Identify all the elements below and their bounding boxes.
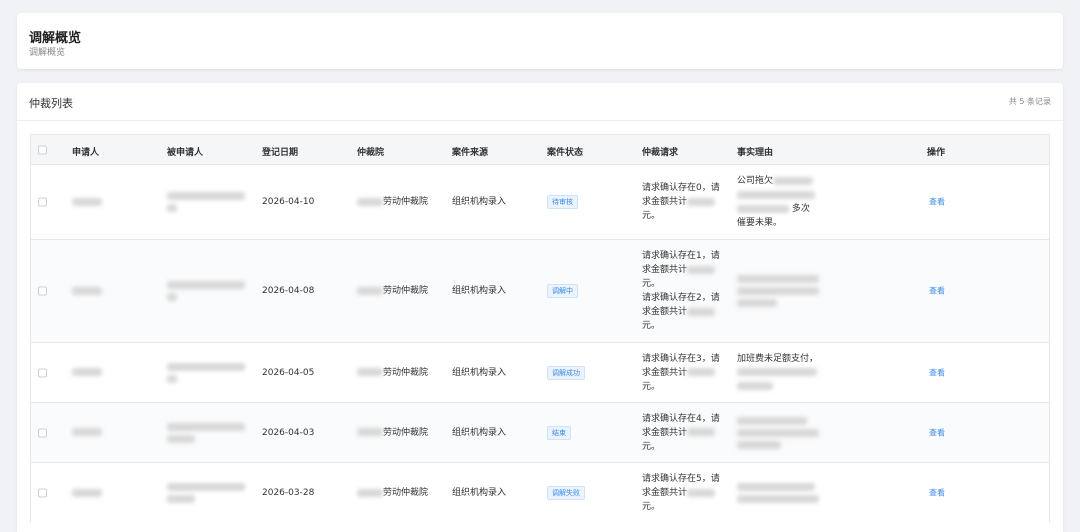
respondent-name — [167, 188, 245, 216]
column-header-applicant: 申请人 — [72, 148, 100, 158]
arbitration-request: 请求确认存在1，请 求金额共计 元。 请求确认存在2，请 求金额共计 元。 — [642, 251, 720, 331]
row-checkbox[interactable] — [38, 197, 47, 207]
overview-header-card: 调解概览 调解概览 — [17, 13, 1063, 69]
status-badge: 结束 — [547, 425, 571, 440]
respondent-name — [167, 359, 245, 387]
registration-date: 2026-04-05 — [262, 367, 315, 378]
status-badge: 调解失败 — [547, 486, 585, 500]
page-subtitle: 调解概览 — [29, 48, 66, 58]
view-link[interactable]: 查看 — [929, 427, 945, 438]
record-count: 共 5 条记录 — [1008, 97, 1051, 106]
arbitration-request: 请求确认存在4，请 求金额共计 元。 — [642, 413, 720, 452]
applicant-name — [72, 284, 102, 298]
applicant-name — [72, 366, 102, 380]
case-source: 组织机构录入 — [452, 488, 507, 498]
row-checkbox[interactable] — [38, 286, 47, 296]
row-checkbox[interactable] — [38, 428, 47, 437]
view-link[interactable]: 查看 — [929, 488, 945, 499]
applicant-name — [72, 195, 102, 209]
applicant-name — [72, 486, 102, 500]
facts-reason: 公司拖欠 多次 催要未果。 — [737, 174, 827, 230]
arbitration-court: 劳动仲裁院 — [357, 195, 428, 209]
view-link[interactable]: 查看 — [929, 197, 945, 208]
arbitration-court: 劳动仲裁院 — [357, 366, 428, 380]
arbitration-court: 劳动仲裁院 — [357, 284, 428, 298]
registration-date: 2026-03-28 — [262, 488, 315, 498]
respondent-name — [167, 277, 245, 305]
respondent-name — [167, 419, 245, 447]
table-header: 申请人 被申请人 登记日期 仲裁院 案件来源 案件状态 仲裁请求 事实理由 操作 — [31, 135, 1049, 165]
page-title: 调解概览 — [29, 31, 82, 46]
column-header-court: 仲裁院 — [357, 148, 385, 158]
column-header-status: 案件状态 — [547, 148, 584, 158]
registration-date: 2026-04-03 — [262, 427, 315, 438]
select-all-checkbox[interactable] — [38, 145, 47, 154]
arbitration-court: 劳动仲裁院 — [357, 486, 428, 500]
view-link[interactable]: 查看 — [929, 286, 945, 297]
view-link[interactable]: 查看 — [929, 367, 945, 378]
list-header: 仲裁列表 共 5 条记录 — [17, 83, 1063, 121]
arbitration-request: 请求确认存在3，请 求金额共计 元。 — [642, 353, 720, 392]
facts-reason: 加班费未足额支付， — [737, 352, 827, 394]
arbitration-list-card: 仲裁列表 共 5 条记录 申请人 被申请人 登记日期 仲裁院 案件来源 案件状态… — [17, 83, 1063, 532]
arbitration-request: 请求确认存在5，请 求金额共计 元。 — [642, 474, 720, 512]
column-header-respondent: 被申请人 — [167, 148, 204, 158]
respondent-name — [167, 479, 245, 507]
column-header-facts: 事实理由 — [737, 148, 774, 158]
status-badge: 调解中 — [547, 284, 578, 298]
applicant-name — [72, 426, 102, 440]
table-row: 2026-03-28 劳动仲裁院 组织机构录入 调解失败 请求确认存在5，请 求… — [31, 463, 1049, 523]
status-badge: 待审核 — [547, 195, 578, 209]
row-checkbox[interactable] — [38, 488, 47, 498]
facts-reason — [737, 479, 827, 507]
arbitration-court: 劳动仲裁院 — [357, 426, 428, 440]
arbitration-table: 申请人 被申请人 登记日期 仲裁院 案件来源 案件状态 仲裁请求 事实理由 操作… — [30, 134, 1050, 523]
case-source: 组织机构录入 — [452, 197, 507, 207]
row-checkbox[interactable] — [38, 368, 47, 377]
case-source: 组织机构录入 — [452, 367, 507, 378]
facts-reason — [737, 413, 827, 453]
case-source: 组织机构录入 — [452, 427, 507, 438]
table-row: 2026-04-10 劳动仲裁院 组织机构录入 待审核 请求确认存在0，请 求金… — [31, 165, 1049, 240]
table-row: 2026-04-03 劳动仲裁院 组织机构录入 结束 请求确认存在4，请 求金额… — [31, 403, 1049, 463]
facts-reason — [737, 271, 827, 311]
table-row: 2026-04-08 劳动仲裁院 组织机构录入 调解中 请求确认存在1，请 求金… — [31, 240, 1049, 343]
registration-date: 2026-04-08 — [262, 286, 315, 296]
list-title: 仲裁列表 — [29, 97, 73, 110]
case-source: 组织机构录入 — [452, 286, 507, 296]
column-header-request: 仲裁请求 — [642, 148, 679, 158]
arbitration-request: 请求确认存在0，请 求金额共计 元。 — [642, 183, 720, 221]
column-header-date: 登记日期 — [262, 148, 299, 158]
registration-date: 2026-04-10 — [262, 197, 315, 207]
column-header-source: 案件来源 — [452, 148, 489, 158]
column-header-actions: 操作 — [927, 148, 946, 158]
table-row: 2026-04-05 劳动仲裁院 组织机构录入 调解成功 请求确认存在3，请 求… — [31, 343, 1049, 403]
status-badge: 调解成功 — [547, 365, 585, 380]
